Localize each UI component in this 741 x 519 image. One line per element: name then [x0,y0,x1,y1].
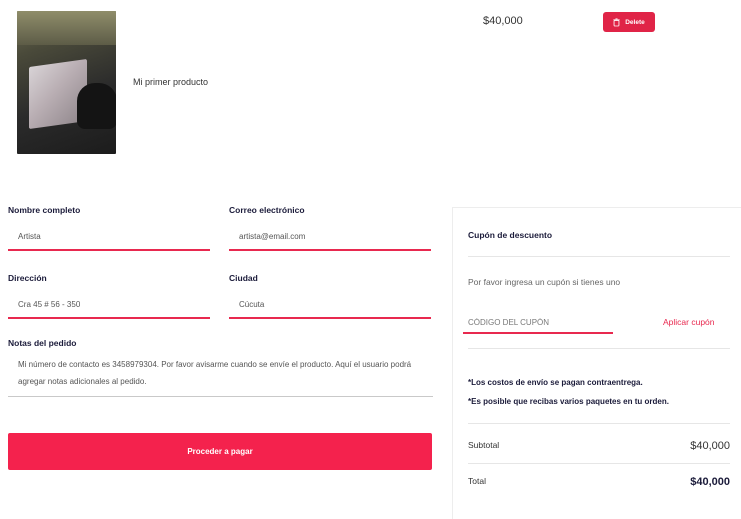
coupon-hint: Por favor ingresa un cupón si tienes uno [468,277,621,287]
address-field-group: Dirección [8,273,210,319]
order-notes-label: Notas del pedido [8,338,77,348]
city-input[interactable] [229,291,431,319]
email-label: Correo electrónico [229,205,305,215]
product-name: Mi primer producto [133,77,209,87]
full-name-input[interactable] [8,223,210,251]
subtotal-value: $40,000 [690,440,730,452]
total-label: Total [468,476,486,486]
email-input[interactable] [229,223,431,251]
divider [468,423,730,424]
divider [468,463,730,464]
total-value: $40,000 [690,476,730,488]
address-label: Dirección [8,273,47,283]
proceed-to-pay-button[interactable]: Proceder a pagar [8,433,432,470]
delete-button-label: Delete [625,18,645,26]
product-price: $40,000 [483,15,523,27]
city-field-group: Ciudad [229,273,431,319]
divider [468,348,730,349]
delete-button[interactable]: Delete [603,12,655,32]
full-name-label: Nombre completo [8,205,81,215]
cart-item-row: Mi primer producto $40,000 Delete [0,0,741,170]
order-summary-panel: Cupón de descuento Por favor ingresa un … [452,207,741,519]
city-label: Ciudad [229,273,258,283]
email-field-group: Correo electrónico [229,205,431,251]
shipping-notice: *Los costos de envío se pagan contraentr… [468,378,643,387]
order-notes-textarea[interactable]: Mi número de contacto es 3458979304. Por… [8,352,433,397]
coupon-code-input[interactable] [463,312,613,334]
coupon-title: Cupón de descuento [468,230,553,240]
address-input[interactable] [8,291,210,319]
subtotal-label: Subtotal [468,440,500,450]
product-image [17,11,116,154]
trash-icon [613,17,620,26]
packages-notice: *Es posible que recibas varios paquetes … [468,397,669,406]
divider [468,256,730,257]
full-name-field-group: Nombre completo [8,205,210,251]
apply-coupon-link[interactable]: Aplicar cupón [663,317,715,327]
